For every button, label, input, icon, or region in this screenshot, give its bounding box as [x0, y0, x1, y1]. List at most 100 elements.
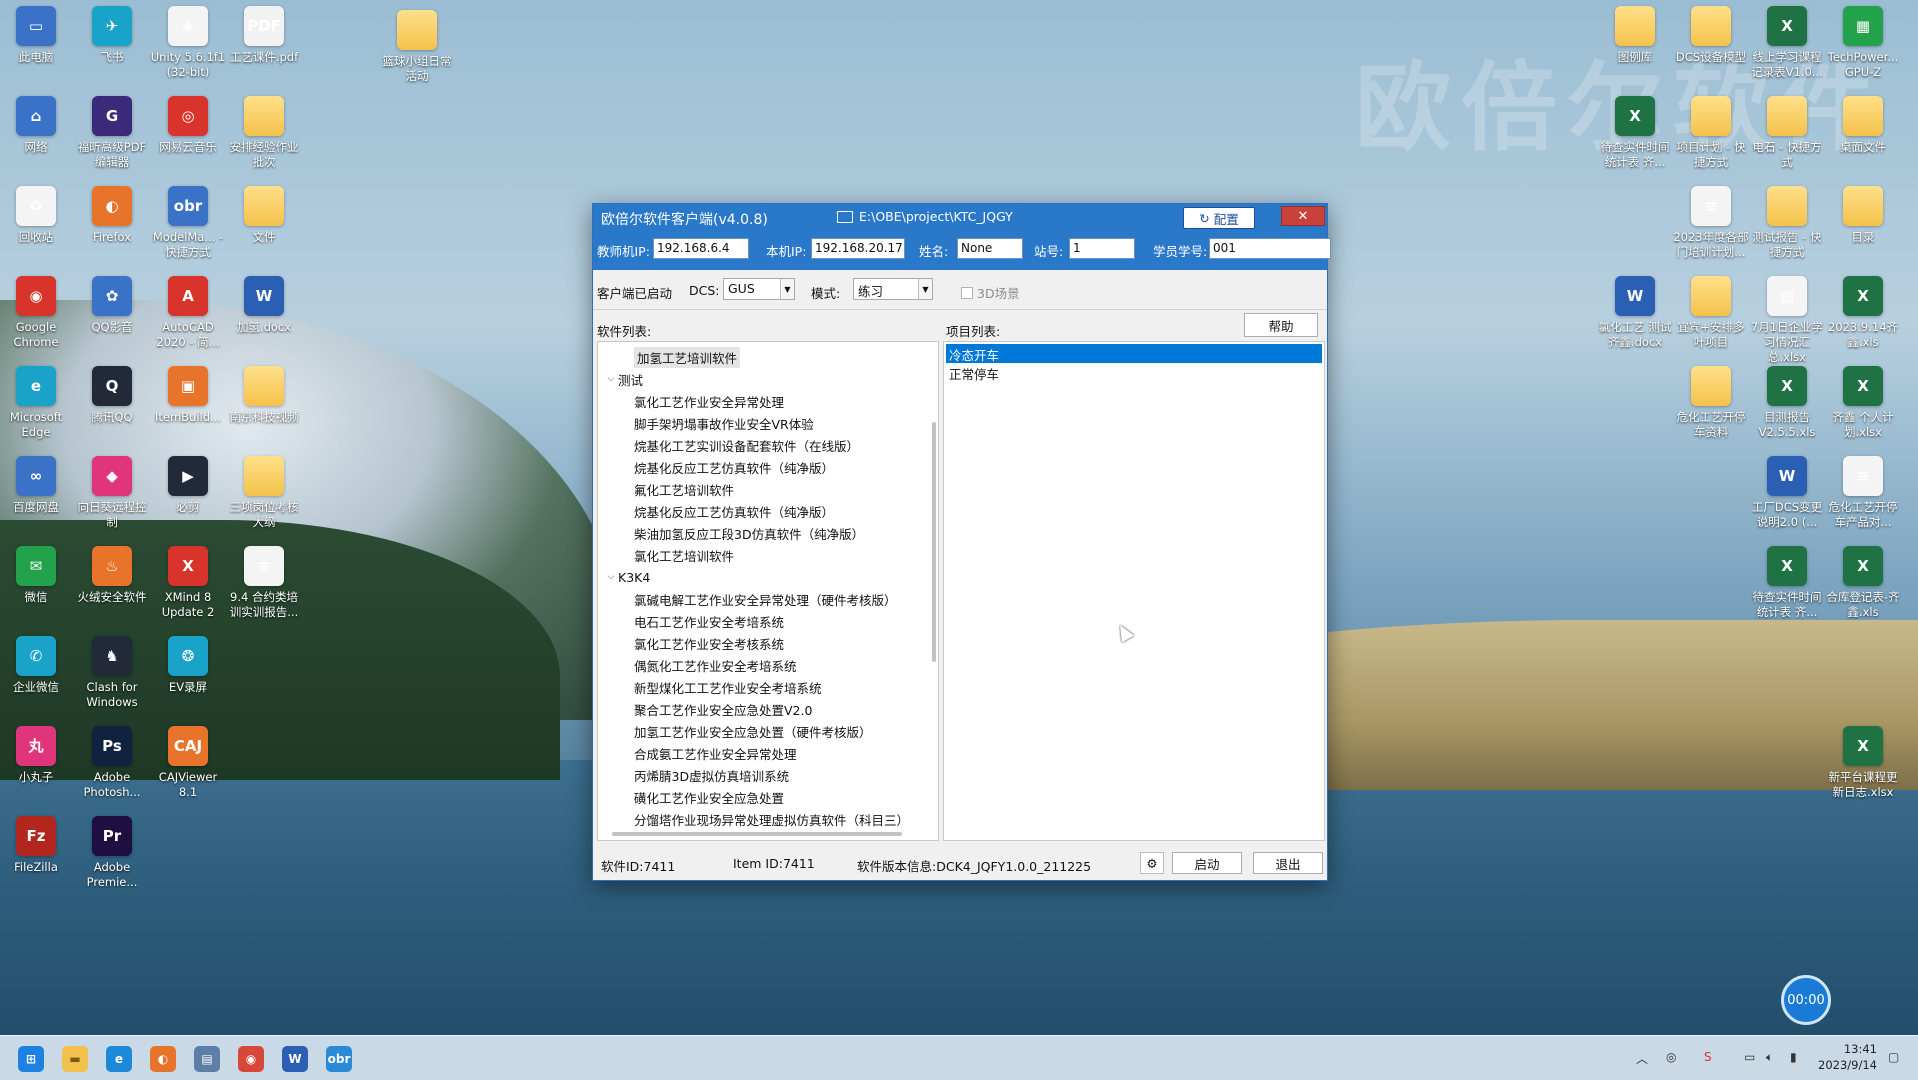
desktop-shortcut[interactable]: 三项岗位考核大纲: [226, 456, 302, 530]
desktop-shortcut[interactable]: 南京科技视频: [226, 366, 302, 425]
desktop-shortcut[interactable]: ≡ 9.4 合约类培训实训报告...: [226, 546, 302, 620]
tree-item[interactable]: 氟化工艺培训软件: [634, 478, 734, 500]
tray-display-icon[interactable]: ▭: [1744, 1050, 1755, 1064]
close-button[interactable]: ✕: [1281, 206, 1325, 226]
desktop-shortcut[interactable]: ∞ 百度网盘: [0, 456, 74, 515]
tree-group[interactable]: ⌵ 测试: [604, 368, 643, 390]
settings-button[interactable]: ⚙: [1140, 852, 1164, 874]
tree-item[interactable]: 烷基化反应工艺仿真软件（纯净版）: [634, 500, 834, 522]
desktop-shortcut[interactable]: ◈ Unity 5.6.1f1 (32-bit): [150, 6, 226, 80]
desktop-shortcut[interactable]: ♨ 火绒安全软件: [74, 546, 150, 605]
software-tree[interactable]: 加氢工艺培训软件 ⌵ 测试 氯化工艺作业安全异常处理 脚手架坍塌事故作业安全VR体验 烷基…: [597, 341, 939, 841]
recording-timer[interactable]: 00:00: [1781, 975, 1831, 1025]
desktop-shortcut[interactable]: X 新平台课程更新日志.xlsx: [1825, 726, 1901, 800]
tree-vertical-scrollbar[interactable]: [932, 422, 936, 662]
desktop-shortcut[interactable]: Fz FileZilla: [0, 816, 74, 875]
name-field[interactable]: None: [957, 238, 1023, 259]
tree-item[interactable]: 新型煤化工工艺作业安全考培系统: [634, 676, 822, 698]
modelmaker-icon[interactable]: obr: [326, 1046, 352, 1072]
tree-item[interactable]: 磺化工艺作业安全应急处置: [634, 786, 784, 808]
desktop-shortcut[interactable]: 篮球小组日常活动: [379, 10, 455, 84]
desktop-shortcut[interactable]: 文件: [226, 186, 302, 245]
tree-item[interactable]: 氯化工艺作业安全考核系统: [634, 632, 784, 654]
desktop-shortcut[interactable]: 宜宾+安排多叶项目: [1673, 276, 1749, 350]
desktop-shortcut[interactable]: e Microsoft Edge: [0, 366, 74, 440]
desktop-shortcut[interactable]: W 加氢.docx: [226, 276, 302, 335]
desktop-shortcut[interactable]: ▭ 此电脑: [0, 6, 74, 65]
desktop-shortcut[interactable]: 电石 - 快捷方式: [1749, 96, 1825, 170]
desktop-shortcut[interactable]: ❂ EV录屏: [150, 636, 226, 695]
desktop-shortcut[interactable]: 测试报告 - 快捷方式: [1749, 186, 1825, 260]
mode-select[interactable]: 练习 ▼: [853, 278, 933, 300]
tray-battery-icon[interactable]: ▮: [1790, 1050, 1797, 1064]
title-bar[interactable]: 欧倍尔软件客户端(v4.0.8) E:\OBE\project\KTC_JQGY…: [593, 204, 1331, 270]
desktop-shortcut[interactable]: X 合库登记表-齐鑫.xls: [1825, 546, 1901, 620]
project-list[interactable]: 冷态开车 正常停车: [943, 341, 1325, 841]
desktop-shortcut[interactable]: ≡ 2023年度各部门培训计划...: [1673, 186, 1749, 260]
desktop-shortcut[interactable]: 丸小丸子: [0, 726, 74, 785]
desktop-shortcut[interactable]: 桌面文件: [1825, 96, 1901, 155]
desktop-shortcut[interactable]: 图例库: [1597, 6, 1673, 65]
desktop-shortcut[interactable]: ♞ Clash for Windows: [74, 636, 150, 710]
desktop-shortcut[interactable]: Pr Adobe Premie...: [74, 816, 150, 890]
desktop-shortcut[interactable]: ▦ TechPower... GPU-Z: [1825, 6, 1901, 80]
desktop-shortcut[interactable]: ▶ 必剪: [150, 456, 226, 515]
tree-item[interactable]: 偶氮化工艺作业安全考培系统: [634, 654, 797, 676]
desktop-shortcut[interactable]: A AutoCAD 2020 - 简...: [150, 276, 226, 350]
desktop-shortcut[interactable]: obr ModelMa... - 快捷方式: [150, 186, 226, 260]
tree-item[interactable]: 丙烯腈3D虚拟仿真培训系统: [634, 764, 789, 786]
desktop-shortcut[interactable]: Q 腾讯QQ: [74, 366, 150, 425]
tray-chevron-up-icon[interactable]: ︿: [1636, 1050, 1648, 1067]
desktop-shortcut[interactable]: X 目测报告V2.5.5.xls: [1749, 366, 1825, 440]
desktop-shortcut[interactable]: ▤ 7月1日企业学习情况汇总.xlsx: [1749, 276, 1825, 365]
desktop-shortcut[interactable]: X XMind 8 Update 2: [150, 546, 226, 620]
tree-item[interactable]: 加氢工艺作业安全应急处置（硬件考核版）: [634, 720, 872, 742]
tree-item[interactable]: 合成氨工艺作业安全异常处理: [634, 742, 797, 764]
desktop-shortcut[interactable]: ≡ 危化工艺开停车产品对...: [1825, 456, 1901, 530]
help-button[interactable]: 帮助: [1244, 313, 1318, 337]
desktop-shortcut[interactable]: ✆ 企业微信: [0, 636, 74, 695]
desktop-shortcut[interactable]: ▣ ItemBuild...: [150, 366, 226, 425]
desktop-shortcut[interactable]: W 工厂DCS变更说明2.0 (...: [1749, 456, 1825, 530]
tray-volume-icon[interactable]: 🔈︎: [1766, 1050, 1773, 1065]
desktop-shortcut[interactable]: Ps Adobe Photosh...: [74, 726, 150, 800]
desktop-shortcut[interactable]: X 待查实件时间统计表 齐...: [1597, 96, 1673, 170]
desktop-shortcut[interactable]: DCS设备模型: [1673, 6, 1749, 65]
tree-item[interactable]: 柴油加氢反应工段3D仿真软件（纯净版）: [634, 522, 864, 544]
edge-icon[interactable]: e: [106, 1046, 132, 1072]
tree-item[interactable]: 氯化工艺作业安全异常处理: [634, 390, 784, 412]
tree-item[interactable]: 加氢工艺培训软件: [634, 346, 741, 368]
tree-item[interactable]: 脚手架坍塌事故作业安全VR体验: [634, 412, 814, 434]
desktop-shortcut[interactable]: 危化工艺开停车资料: [1673, 366, 1749, 440]
tree-item[interactable]: 分馏塔作业现场异常处理虚拟仿真软件（科目三）: [634, 808, 909, 830]
teacher-ip-field[interactable]: 192.168.6.4: [653, 238, 749, 259]
tree-item[interactable]: 烷基化反应工艺仿真软件（纯净版）: [634, 456, 834, 478]
tray-network-app-icon[interactable]: ◎: [1666, 1050, 1676, 1064]
desktop-shortcut[interactable]: ♻ 回收站: [0, 186, 74, 245]
station-field[interactable]: 1: [1069, 238, 1135, 259]
firefox-icon[interactable]: ◐: [150, 1046, 176, 1072]
desktop-shortcut[interactable]: ⌂ 网络: [0, 96, 74, 155]
chrome-icon[interactable]: ◉: [238, 1046, 264, 1072]
config-button[interactable]: ↻ 配置: [1183, 207, 1255, 229]
desktop-shortcut[interactable]: 项目计划 - 快捷方式: [1673, 96, 1749, 170]
chevron-down-icon[interactable]: ⌵: [604, 572, 618, 582]
tree-group[interactable]: ⌵ K3K4: [604, 566, 651, 588]
scene3d-checkbox[interactable]: 3D场景: [961, 283, 1020, 302]
exit-button[interactable]: 退出: [1253, 852, 1323, 874]
project-item[interactable]: 正常停车: [946, 363, 1322, 382]
tree-item[interactable]: 氯碱电解工艺作业安全异常处理（硬件考核版）: [634, 588, 897, 610]
desktop-shortcut[interactable]: ◎ 网易云音乐: [150, 96, 226, 155]
student-id-field[interactable]: 001: [1209, 238, 1331, 259]
desktop-shortcut[interactable]: ◉ Google Chrome: [0, 276, 74, 350]
window-manager-icon[interactable]: ▤: [194, 1046, 220, 1072]
desktop-shortcut[interactable]: W 氯化工艺 测试 齐鑫.docx: [1597, 276, 1673, 350]
desktop-shortcut[interactable]: PDF 工艺课件.pdf: [226, 6, 302, 65]
start-menu-icon[interactable]: ⊞: [18, 1046, 44, 1072]
desktop-shortcut[interactable]: X 2023.9.14齐鑫.xls: [1825, 276, 1901, 350]
start-button[interactable]: 启动: [1172, 852, 1242, 874]
tree-item[interactable]: 烷基化工艺实训设备配套软件（在线版）: [634, 434, 859, 456]
file-explorer-icon[interactable]: ▬: [62, 1046, 88, 1072]
desktop-shortcut[interactable]: 目录: [1825, 186, 1901, 245]
tree-item[interactable]: 氯化工艺培训软件: [634, 544, 734, 566]
